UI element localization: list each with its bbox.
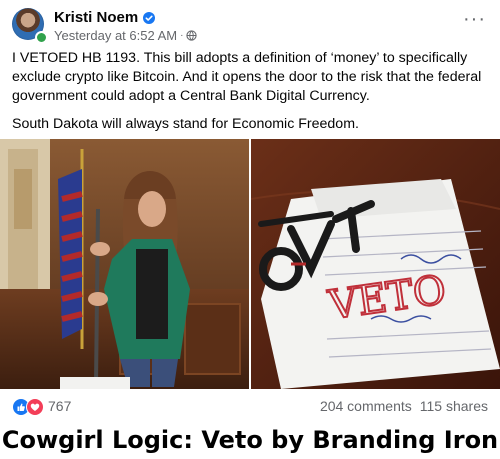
post-footer: 767 204 comments 115 shares xyxy=(12,396,488,418)
comments-count-link[interactable]: 204 comments xyxy=(320,398,412,414)
engagement-counts: 204 comments 115 shares xyxy=(320,398,488,414)
love-icon xyxy=(26,398,44,416)
author-row: Kristi Noem xyxy=(54,9,156,26)
post-paragraph-1: I VETOED HB 1193. This bill adopts a def… xyxy=(12,50,482,104)
photo-veto-document[interactable]: VETO xyxy=(251,139,500,389)
post-paragraph-2: South Dakota will always stand for Econo… xyxy=(12,116,359,132)
facebook-post: Kristi Noem Yesterday at 6:52 AM · ··· I… xyxy=(0,0,500,420)
photo-branding-iron-illustration xyxy=(0,139,249,389)
verified-badge-icon xyxy=(143,11,156,24)
post-header: Kristi Noem Yesterday at 6:52 AM · ··· xyxy=(12,8,488,44)
reaction-icons[interactable] xyxy=(12,398,44,416)
photo-grid: VETO xyxy=(0,139,500,389)
globe-icon xyxy=(186,30,198,41)
more-options-button[interactable]: ··· xyxy=(463,9,486,29)
reaction-count[interactable]: 767 xyxy=(48,398,71,414)
meme-caption: Cowgirl Logic: Veto by Branding Iron xyxy=(1,426,499,454)
shares-count-link[interactable]: 115 shares xyxy=(420,398,488,414)
photo-branding-iron[interactable] xyxy=(0,139,249,389)
meta-separator: · xyxy=(180,30,184,41)
post-meta: Yesterday at 6:52 AM · xyxy=(54,28,198,43)
online-status-dot xyxy=(35,31,48,44)
timestamp[interactable]: Yesterday at 6:52 AM xyxy=(54,28,177,43)
post-text: I VETOED HB 1193. This bill adopts a def… xyxy=(12,49,490,143)
photo-veto-document-illustration: VETO xyxy=(251,139,500,389)
author-name[interactable]: Kristi Noem xyxy=(54,9,138,26)
